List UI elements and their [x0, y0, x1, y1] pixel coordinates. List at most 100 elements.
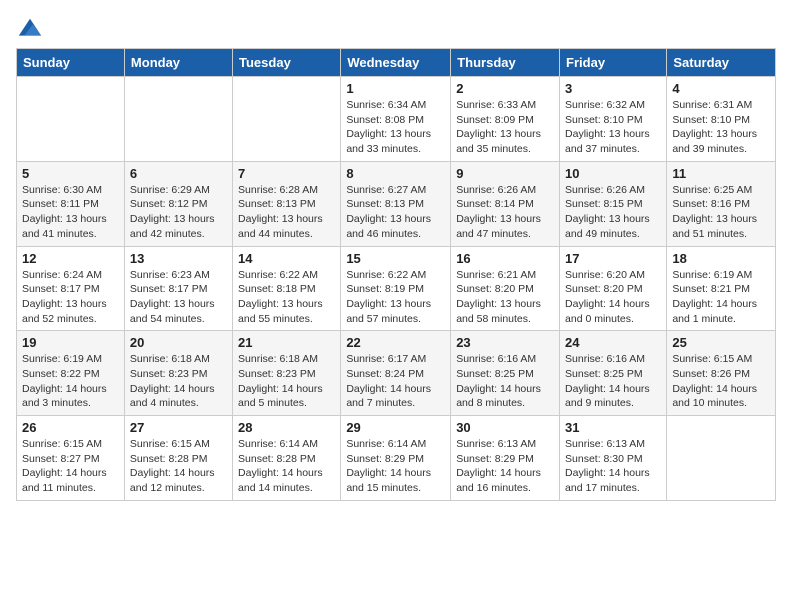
day-number: 9 — [456, 166, 554, 181]
calendar-cell: 14 Sunrise: 6:22 AM Sunset: 8:18 PM Dayli… — [233, 246, 341, 331]
day-number: 24 — [565, 335, 661, 350]
day-number: 3 — [565, 81, 661, 96]
day-number: 27 — [130, 420, 227, 435]
day-number: 8 — [346, 166, 445, 181]
day-number: 26 — [22, 420, 119, 435]
day-info: Sunrise: 6:19 AM Sunset: 8:21 PM Dayligh… — [672, 268, 770, 327]
day-info: Sunrise: 6:18 AM Sunset: 8:23 PM Dayligh… — [238, 352, 335, 411]
weekday-header-sunday: Sunday — [17, 49, 125, 77]
calendar-week-row: 12Sunrise: 6:24 AM Sunset: 8:17 PM Dayli… — [17, 246, 776, 331]
logo-icon — [16, 16, 44, 44]
day-info: Sunrise: 6:18 AM Sunset: 8:23 PM Dayligh… — [130, 352, 227, 411]
calendar-week-row: 26 Sunrise: 6:15 AM Sunset: 8:27 PM Dayli… — [17, 416, 776, 501]
day-info: Sunrise: 6:27 AM Sunset: 8:13 PM Dayligh… — [346, 183, 445, 242]
calendar-cell: 9 Sunrise: 6:26 AM Sunset: 8:14 PM Daylig… — [451, 161, 560, 246]
day-info: Sunrise: 6:19 AM Sunset: 8:22 PM Dayligh… — [22, 352, 119, 411]
day-number: 23 — [456, 335, 554, 350]
day-number: 20 — [130, 335, 227, 350]
calendar-cell — [667, 416, 776, 501]
day-info: Sunrise: 6:30 AM Sunset: 8:11 PM Dayligh… — [22, 183, 119, 242]
day-info: Sunrise: 6:25 AM Sunset: 8:16 PM Dayligh… — [672, 183, 770, 242]
calendar-cell: 3 Sunrise: 6:32 AM Sunset: 8:10 PM Daylig… — [560, 77, 667, 162]
day-number: 13 — [130, 251, 227, 266]
calendar-cell: 11 Sunrise: 6:25 AM Sunset: 8:16 PM Dayli… — [667, 161, 776, 246]
day-number: 16 — [456, 251, 554, 266]
day-number: 15 — [346, 251, 445, 266]
day-number: 10 — [565, 166, 661, 181]
day-info: Sunrise: 6:22 AM Sunset: 8:19 PM Dayligh… — [346, 268, 445, 327]
day-info: Sunrise: 6:34 AM Sunset: 8:08 PM Dayligh… — [346, 98, 445, 157]
calendar-week-row: 1 Sunrise: 6:34 AM Sunset: 8:08 PM Daylig… — [17, 77, 776, 162]
day-info: Sunrise: 6:22 AM Sunset: 8:18 PM Dayligh… — [238, 268, 335, 327]
calendar-cell: 31 Sunrise: 6:13 AM Sunset: 8:30 PM Dayli… — [560, 416, 667, 501]
calendar-cell: 8 Sunrise: 6:27 AM Sunset: 8:13 PM Daylig… — [341, 161, 451, 246]
logo — [16, 16, 48, 44]
calendar-cell: 27Sunrise: 6:15 AM Sunset: 8:28 PM Dayli… — [124, 416, 232, 501]
day-number: 12 — [22, 251, 119, 266]
weekday-header-thursday: Thursday — [451, 49, 560, 77]
calendar-cell: 13 Sunrise: 6:23 AM Sunset: 8:17 PM Dayli… — [124, 246, 232, 331]
day-info: Sunrise: 6:15 AM Sunset: 8:27 PM Dayligh… — [22, 437, 119, 496]
calendar-cell: 29 Sunrise: 6:14 AM Sunset: 8:29 PM Dayli… — [341, 416, 451, 501]
weekday-header-saturday: Saturday — [667, 49, 776, 77]
day-info: Sunrise: 6:29 AM Sunset: 8:12 PM Dayligh… — [130, 183, 227, 242]
day-number: 5 — [22, 166, 119, 181]
page-header — [16, 16, 776, 44]
day-number: 1 — [346, 81, 445, 96]
day-info: Sunrise: 6:26 AM Sunset: 8:14 PM Dayligh… — [456, 183, 554, 242]
day-info: Sunrise: 6:15 AM Sunset: 8:26 PM Dayligh… — [672, 352, 770, 411]
day-number: 29 — [346, 420, 445, 435]
calendar-cell: 2 Sunrise: 6:33 AM Sunset: 8:09 PM Daylig… — [451, 77, 560, 162]
calendar-cell: 22Sunrise: 6:17 AM Sunset: 8:24 PM Dayli… — [341, 331, 451, 416]
day-info: Sunrise: 6:13 AM Sunset: 8:30 PM Dayligh… — [565, 437, 661, 496]
calendar-cell: 25 Sunrise: 6:15 AM Sunset: 8:26 PM Dayli… — [667, 331, 776, 416]
weekday-header-tuesday: Tuesday — [233, 49, 341, 77]
calendar-cell: 1 Sunrise: 6:34 AM Sunset: 8:08 PM Daylig… — [341, 77, 451, 162]
calendar-header-row: SundayMondayTuesdayWednesdayThursdayFrid… — [17, 49, 776, 77]
day-info: Sunrise: 6:31 AM Sunset: 8:10 PM Dayligh… — [672, 98, 770, 157]
calendar-cell: 23 Sunrise: 6:16 AM Sunset: 8:25 PM Dayli… — [451, 331, 560, 416]
calendar-cell: 7Sunrise: 6:28 AM Sunset: 8:13 PM Daylig… — [233, 161, 341, 246]
day-number: 18 — [672, 251, 770, 266]
day-info: Sunrise: 6:20 AM Sunset: 8:20 PM Dayligh… — [565, 268, 661, 327]
calendar-cell: 5 Sunrise: 6:30 AM Sunset: 8:11 PM Daylig… — [17, 161, 125, 246]
calendar-cell: 10 Sunrise: 6:26 AM Sunset: 8:15 PM Dayli… — [560, 161, 667, 246]
day-number: 28 — [238, 420, 335, 435]
day-info: Sunrise: 6:32 AM Sunset: 8:10 PM Dayligh… — [565, 98, 661, 157]
day-number: 30 — [456, 420, 554, 435]
calendar-cell: 17 Sunrise: 6:20 AM Sunset: 8:20 PM Dayli… — [560, 246, 667, 331]
day-info: Sunrise: 6:23 AM Sunset: 8:17 PM Dayligh… — [130, 268, 227, 327]
day-info: Sunrise: 6:33 AM Sunset: 8:09 PM Dayligh… — [456, 98, 554, 157]
day-info: Sunrise: 6:26 AM Sunset: 8:15 PM Dayligh… — [565, 183, 661, 242]
calendar-cell — [17, 77, 125, 162]
day-info: Sunrise: 6:16 AM Sunset: 8:25 PM Dayligh… — [456, 352, 554, 411]
calendar-week-row: 19 Sunrise: 6:19 AM Sunset: 8:22 PM Dayli… — [17, 331, 776, 416]
day-number: 17 — [565, 251, 661, 266]
calendar-cell: 26 Sunrise: 6:15 AM Sunset: 8:27 PM Dayli… — [17, 416, 125, 501]
day-number: 6 — [130, 166, 227, 181]
calendar-cell: 6 Sunrise: 6:29 AM Sunset: 8:12 PM Daylig… — [124, 161, 232, 246]
day-number: 31 — [565, 420, 661, 435]
calendar-week-row: 5 Sunrise: 6:30 AM Sunset: 8:11 PM Daylig… — [17, 161, 776, 246]
calendar-table: SundayMondayTuesdayWednesdayThursdayFrid… — [16, 48, 776, 501]
calendar-cell: 30 Sunrise: 6:13 AM Sunset: 8:29 PM Dayli… — [451, 416, 560, 501]
calendar-cell — [124, 77, 232, 162]
day-number: 19 — [22, 335, 119, 350]
calendar-cell: 19 Sunrise: 6:19 AM Sunset: 8:22 PM Dayli… — [17, 331, 125, 416]
day-number: 4 — [672, 81, 770, 96]
day-number: 11 — [672, 166, 770, 181]
day-number: 14 — [238, 251, 335, 266]
day-info: Sunrise: 6:28 AM Sunset: 8:13 PM Dayligh… — [238, 183, 335, 242]
day-info: Sunrise: 6:13 AM Sunset: 8:29 PM Dayligh… — [456, 437, 554, 496]
calendar-cell: 16 Sunrise: 6:21 AM Sunset: 8:20 PM Dayli… — [451, 246, 560, 331]
day-number: 2 — [456, 81, 554, 96]
day-number: 25 — [672, 335, 770, 350]
calendar-cell: 21 Sunrise: 6:18 AM Sunset: 8:23 PM Dayli… — [233, 331, 341, 416]
day-info: Sunrise: 6:21 AM Sunset: 8:20 PM Dayligh… — [456, 268, 554, 327]
calendar-cell: 28 Sunrise: 6:14 AM Sunset: 8:28 PM Dayli… — [233, 416, 341, 501]
calendar-cell: 4 Sunrise: 6:31 AM Sunset: 8:10 PM Daylig… — [667, 77, 776, 162]
day-info: Sunrise: 6:14 AM Sunset: 8:29 PM Dayligh… — [346, 437, 445, 496]
weekday-header-monday: Monday — [124, 49, 232, 77]
day-number: 21 — [238, 335, 335, 350]
day-info: Sunrise: 6:14 AM Sunset: 8:28 PM Dayligh… — [238, 437, 335, 496]
